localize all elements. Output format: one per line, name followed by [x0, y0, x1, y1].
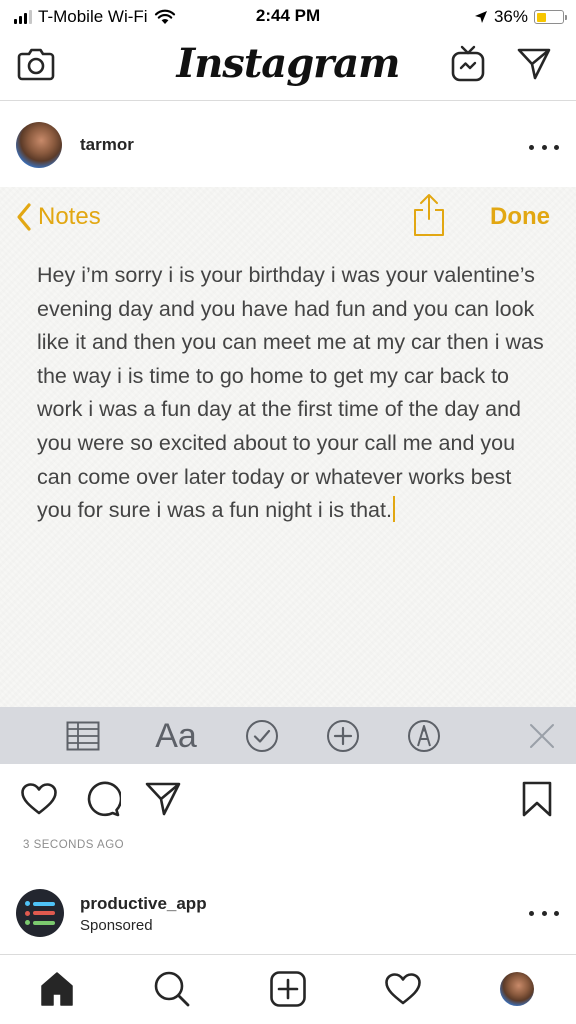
notes-back-button: Notes [16, 197, 101, 237]
markup-pen-icon [406, 715, 442, 757]
post-timestamp: 3 SECONDS AGO [23, 839, 125, 851]
plus-circle-icon [325, 715, 361, 757]
note-text: Hey i’m sorry i is your birthday i was y… [37, 259, 547, 528]
battery-icon [534, 10, 567, 24]
profile-avatar[interactable] [500, 972, 534, 1006]
instagram-header: Instagram [0, 34, 576, 100]
heart-icon[interactable] [19, 779, 59, 819]
share-icon [412, 193, 446, 237]
close-icon [526, 715, 558, 757]
igtv-icon[interactable] [446, 42, 490, 86]
more-options-icon[interactable] [529, 908, 559, 918]
bookmark-icon[interactable] [517, 779, 557, 819]
share-post-icon[interactable] [143, 779, 183, 819]
notes-format-toolbar: Aa [0, 707, 576, 764]
post-header: tarmor [0, 101, 576, 187]
battery-percent: 36% [493, 7, 528, 26]
location-arrow-icon [474, 11, 487, 23]
notes-nav-bar: Notes Done [0, 187, 576, 247]
chevron-left-icon [17, 203, 31, 231]
comment-icon[interactable] [82, 779, 122, 819]
text-cursor [392, 496, 395, 523]
post-image-notes-screenshot: Notes Done Hey i’m sorry i is your birth… [0, 187, 576, 764]
notes-done-button: Done [490, 203, 550, 230]
notes-back-label: Notes [38, 203, 101, 230]
search-icon[interactable] [150, 967, 194, 1011]
status-bar: T-Mobile Wi-Fi 2:44 PM 36% [0, 0, 576, 34]
battery-level [536, 12, 546, 22]
sponsored-post-header: productive_app Sponsored [0, 870, 576, 954]
more-options-icon[interactable] [529, 142, 559, 152]
new-post-icon[interactable] [266, 967, 310, 1011]
bottom-tab-bar [0, 955, 576, 1024]
checklist-icon [244, 715, 280, 757]
home-icon[interactable] [35, 967, 79, 1011]
avatar[interactable] [16, 122, 62, 168]
sponsored-username[interactable]: productive_app [80, 894, 207, 914]
post-action-bar [0, 764, 576, 834]
direct-message-icon[interactable] [512, 42, 556, 86]
app-logo-avatar[interactable] [16, 889, 64, 937]
note-body-text: Hey i’m sorry i is your birthday i was y… [37, 263, 544, 523]
text-format-button: Aa [155, 716, 197, 755]
activity-heart-icon[interactable] [381, 967, 425, 1011]
status-right: 36% [474, 6, 567, 28]
post-username[interactable]: tarmor [80, 135, 134, 155]
sponsored-label[interactable]: Sponsored [80, 917, 153, 934]
table-icon [64, 715, 102, 757]
